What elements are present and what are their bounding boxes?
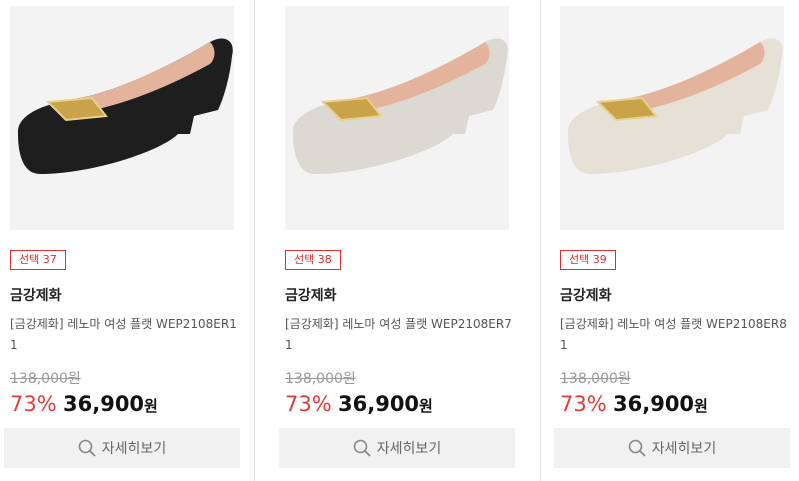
view-details-label: 자세히보기 xyxy=(651,441,717,457)
product-name[interactable]: [금강제화] 레노마 여성 플랫 WEP2108ER81 xyxy=(560,314,792,356)
sale-price: 36,900원 xyxy=(613,392,708,416)
sale-price-value: 36,900 xyxy=(613,392,695,416)
view-details-button[interactable]: 자세히보기 xyxy=(554,428,790,468)
product-name[interactable]: [금강제화] 레노마 여성 플랫 WEP2108ER71 xyxy=(285,314,517,356)
discount-rate: 73% xyxy=(10,392,57,416)
discount-rate: 73% xyxy=(560,392,607,416)
search-icon xyxy=(78,439,96,457)
option-badge: 선택 37 xyxy=(10,250,66,270)
column-divider xyxy=(540,0,541,481)
sale-price-unit: 원 xyxy=(419,397,433,415)
product-card[interactable]: 선택 37 금강제화 [금강제화] 레노마 여성 플랫 WEP2108ER11 … xyxy=(4,0,240,481)
shoe-illustration xyxy=(567,38,783,174)
product-image[interactable] xyxy=(285,6,509,230)
product-name[interactable]: [금강제화] 레노마 여성 플랫 WEP2108ER11 xyxy=(10,314,242,356)
option-badge: 선택 39 xyxy=(560,250,616,270)
search-icon xyxy=(353,439,371,457)
sale-price-value: 36,900 xyxy=(63,392,145,416)
view-details-button[interactable]: 자세히보기 xyxy=(279,428,515,468)
shoe-illustration xyxy=(17,38,233,174)
sale-price: 36,900원 xyxy=(63,392,158,416)
sale-price-unit: 원 xyxy=(144,397,158,415)
discount-rate: 73% xyxy=(285,392,332,416)
view-details-label: 자세히보기 xyxy=(101,441,167,457)
sale-price-value: 36,900 xyxy=(338,392,420,416)
product-card[interactable]: 선택 38 금강제화 [금강제화] 레노마 여성 플랫 WEP2108ER71 … xyxy=(279,0,515,481)
brand-name: 금강제화 xyxy=(10,288,62,304)
brand-name: 금강제화 xyxy=(285,288,337,304)
product-image[interactable] xyxy=(560,6,784,230)
shoe-illustration xyxy=(292,38,508,174)
option-badge: 선택 38 xyxy=(285,250,341,270)
original-price: 138,000원 xyxy=(10,371,81,387)
product-image[interactable] xyxy=(10,6,234,230)
column-divider xyxy=(254,0,255,481)
product-card[interactable]: 선택 39 금강제화 [금강제화] 레노마 여성 플랫 WEP2108ER81 … xyxy=(554,0,790,481)
search-icon xyxy=(628,439,646,457)
sale-price-unit: 원 xyxy=(694,397,708,415)
view-details-label: 자세히보기 xyxy=(376,441,442,457)
view-details-button[interactable]: 자세히보기 xyxy=(4,428,240,468)
original-price: 138,000원 xyxy=(560,371,631,387)
sale-price: 36,900원 xyxy=(338,392,433,416)
original-price: 138,000원 xyxy=(285,371,356,387)
brand-name: 금강제화 xyxy=(560,288,612,304)
